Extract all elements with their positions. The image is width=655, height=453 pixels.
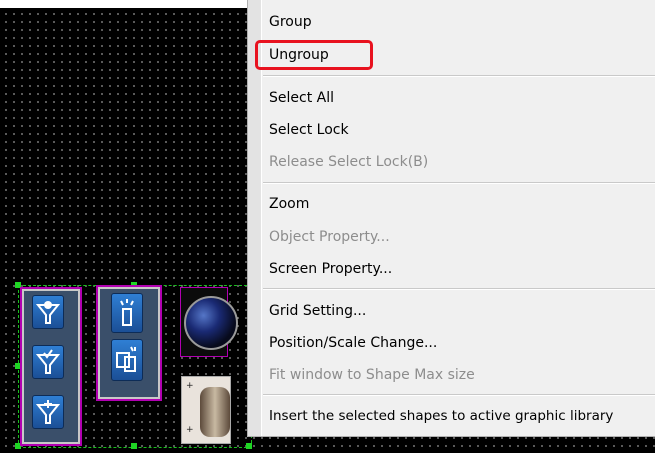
context-menu: Group Ungroup Select All Select Lock Rel… (247, 0, 655, 437)
menu-item-zoom[interactable]: Zoom (269, 189, 309, 219)
menu-separator (263, 75, 655, 77)
menu-separator (263, 394, 655, 396)
knob-icon[interactable]: + + (181, 376, 231, 444)
sphere-indicator-icon[interactable] (180, 287, 238, 357)
menu-item-select-lock[interactable]: Select Lock (269, 115, 349, 145)
menu-item-object-property: Object Property... (269, 229, 390, 245)
menu-item-fit-window: Fit window to Shape Max size (269, 367, 475, 383)
filter-valve-icon[interactable] (32, 295, 64, 329)
menu-item-release-select-lock: Release Select Lock(B) (269, 154, 429, 170)
selection-handle[interactable] (131, 443, 137, 449)
ungroup-highlight-box (255, 40, 373, 70)
filter-plus-icon[interactable] (32, 395, 64, 429)
menu-item-position-scale-change[interactable]: Position/Scale Change... (269, 328, 437, 358)
lamp-switch-icon[interactable] (111, 293, 143, 333)
device-display-icon[interactable] (111, 339, 143, 381)
device-button-bar[interactable] (96, 285, 162, 401)
menu-item-select-all[interactable]: Select All (269, 83, 334, 113)
menu-separator (263, 288, 655, 290)
menu-item-group[interactable]: Group (269, 7, 312, 37)
filter-button-bar[interactable] (20, 287, 82, 446)
menu-item-insert-to-library[interactable]: Insert the selected shapes to active gra… (269, 401, 613, 431)
menu-item-grid-setting[interactable]: Grid Setting... (269, 296, 366, 326)
filter-check-icon[interactable] (32, 345, 64, 379)
selection-handle[interactable] (246, 443, 252, 449)
menu-separator (263, 182, 655, 184)
menu-item-screen-property[interactable]: Screen Property... (269, 254, 392, 284)
